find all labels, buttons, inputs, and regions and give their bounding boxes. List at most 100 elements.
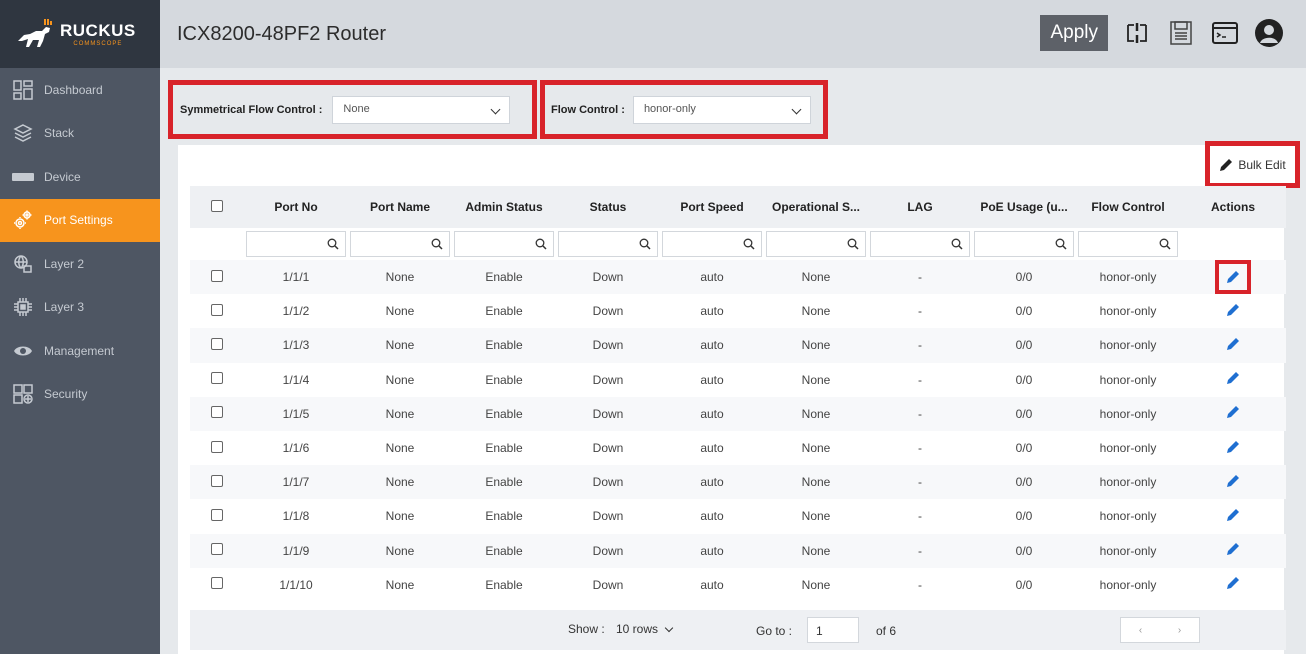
search-icon	[431, 238, 443, 250]
row-checkbox[interactable]	[211, 372, 223, 385]
edit-button[interactable]	[1226, 474, 1240, 491]
edit-button[interactable]	[1215, 260, 1251, 295]
sidebar-item-security[interactable]: Security	[0, 373, 160, 417]
flow-control-select[interactable]: honor-only	[632, 95, 811, 124]
pager: ‹ ›	[1120, 617, 1200, 643]
column-header: Actions	[1210, 200, 1255, 214]
status-cell: Down	[592, 304, 624, 319]
search-input[interactable]	[870, 231, 970, 257]
port-no-cell: 1/1/4	[282, 372, 310, 387]
column-header[interactable]: LAG	[868, 186, 972, 228]
row-checkbox[interactable]	[211, 406, 223, 419]
table-row: 1/1/7 None Enable Down auto None - 0/0 honor-onl…	[190, 465, 1286, 500]
edit-button[interactable]	[1226, 543, 1240, 559]
sync-icon[interactable]	[1122, 18, 1152, 48]
sidebar-item-label: Stack	[44, 126, 75, 141]
status-cell: Down	[592, 441, 624, 456]
sidebar-item-stack[interactable]: Stack	[0, 112, 160, 156]
terminal-icon[interactable]	[1210, 18, 1240, 48]
ruckus-logo[interactable]: RUCKUS COMMSCOPE	[0, 0, 160, 68]
search-input[interactable]	[246, 231, 346, 257]
row-checkbox[interactable]	[211, 337, 223, 350]
row-checkbox[interactable]	[211, 543, 223, 556]
chevron-down-icon	[664, 623, 674, 633]
edit-button[interactable]	[1226, 577, 1240, 593]
column-header[interactable]: PoE Usage (u...	[972, 186, 1076, 228]
actions-cell	[1180, 568, 1286, 602]
port-no-cell: 1/1/5	[282, 406, 310, 421]
sidebar-item-layer-3[interactable]: Layer 3	[0, 286, 160, 330]
operational-status-cell: None	[801, 475, 831, 490]
edit-button[interactable]	[1226, 440, 1240, 457]
search-input[interactable]	[350, 231, 450, 257]
next-page-button[interactable]: ›	[1160, 618, 1199, 642]
column-header[interactable]: Status	[556, 186, 660, 228]
column-header[interactable]: Port No	[244, 186, 348, 228]
page-number-input[interactable]: 1	[807, 617, 859, 643]
search-input[interactable]	[1078, 231, 1178, 257]
actions-cell	[1180, 465, 1286, 499]
search-input[interactable]	[454, 231, 554, 257]
port-name-cell: None	[385, 509, 415, 524]
row-checkbox[interactable]	[211, 577, 223, 590]
status-cell: Down	[592, 270, 624, 285]
column-header[interactable]: Port Name	[348, 186, 452, 228]
sidebar-item-dashboard[interactable]: Dashboard	[0, 68, 160, 112]
search-icon	[535, 238, 547, 250]
port-speed-cell: auto	[700, 406, 724, 421]
gears-icon	[12, 209, 34, 231]
actions-cell	[1180, 328, 1286, 362]
poe-usage-cell: 0/0	[1015, 543, 1033, 558]
edit-button[interactable]	[1226, 372, 1240, 388]
column-header[interactable]: Port Speed	[660, 186, 764, 228]
prev-page-button[interactable]: ‹	[1121, 618, 1160, 642]
poe-usage-cell: 0/0	[1015, 577, 1033, 592]
chevron-down-icon	[490, 104, 501, 114]
sidebar-item-port-settings[interactable]: Port Settings	[0, 198, 170, 242]
table-row: 1/1/4 None Enable Down auto None - 0/0 honor-onl…	[190, 363, 1286, 397]
column-header[interactable]: Operational S...	[764, 186, 868, 228]
edit-button[interactable]	[1226, 508, 1240, 525]
rows-per-page-select[interactable]: 10 rows	[610, 618, 678, 640]
select-all-checkbox[interactable]	[211, 199, 223, 212]
column-header[interactable]: Admin Status	[452, 186, 556, 228]
table-footer: Show : 10 rows Go to : 1 of 6 ‹ ›	[190, 610, 1286, 650]
edit-button[interactable]	[1226, 303, 1240, 320]
edit-button[interactable]	[1226, 337, 1240, 354]
apply-button[interactable]: Apply	[1040, 15, 1108, 51]
edit-button[interactable]	[1226, 406, 1240, 422]
search-input[interactable]	[974, 231, 1074, 257]
operational-status-cell: None	[801, 441, 831, 456]
user-icon[interactable]	[1254, 18, 1284, 48]
save-icon[interactable]	[1166, 18, 1196, 48]
row-checkbox[interactable]	[211, 269, 223, 282]
select-all-cell	[190, 186, 244, 228]
flow-control-label: Flow Control :	[551, 103, 625, 116]
sidebar: RUCKUS COMMSCOPE Dashboard Stack Device	[0, 0, 170, 654]
port-no-cell: 1/1/2	[282, 304, 310, 319]
table-row: 1/1/2 None Enable Down auto None - 0/0 honor-onl…	[190, 294, 1286, 328]
lag-cell: -	[918, 509, 922, 524]
row-checkbox[interactable]	[211, 303, 223, 316]
layer2-icon	[12, 253, 34, 275]
port-name-cell: None	[385, 406, 415, 421]
poe-usage-cell: 0/0	[1015, 270, 1033, 285]
table-body: 1/1/1 None Enable Down auto None - 0/0 honor-onl…	[190, 260, 1286, 602]
row-checkbox[interactable]	[211, 440, 223, 453]
lag-cell: -	[918, 543, 922, 558]
search-input[interactable]	[766, 231, 866, 257]
status-cell: Down	[592, 577, 624, 592]
bulk-edit-button[interactable]: Bulk Edit	[1205, 141, 1300, 188]
sidebar-item-management[interactable]: Management	[0, 329, 160, 373]
sidebar-item-layer-2[interactable]: Layer 2	[0, 242, 160, 286]
symmetrical-flow-control-select[interactable]: None	[332, 95, 511, 124]
column-header[interactable]: Flow Control	[1076, 186, 1180, 228]
search-input[interactable]	[558, 231, 658, 257]
row-checkbox[interactable]	[211, 474, 223, 487]
search-input[interactable]	[662, 231, 762, 257]
sidebar-nav: Dashboard Stack Device Port Settings Lay…	[0, 68, 170, 417]
sidebar-item-device[interactable]: Device	[0, 155, 160, 199]
port-no-cell: 1/1/1	[282, 270, 310, 285]
row-checkbox[interactable]	[211, 508, 223, 521]
flow-control-value: honor-only	[643, 102, 696, 115]
